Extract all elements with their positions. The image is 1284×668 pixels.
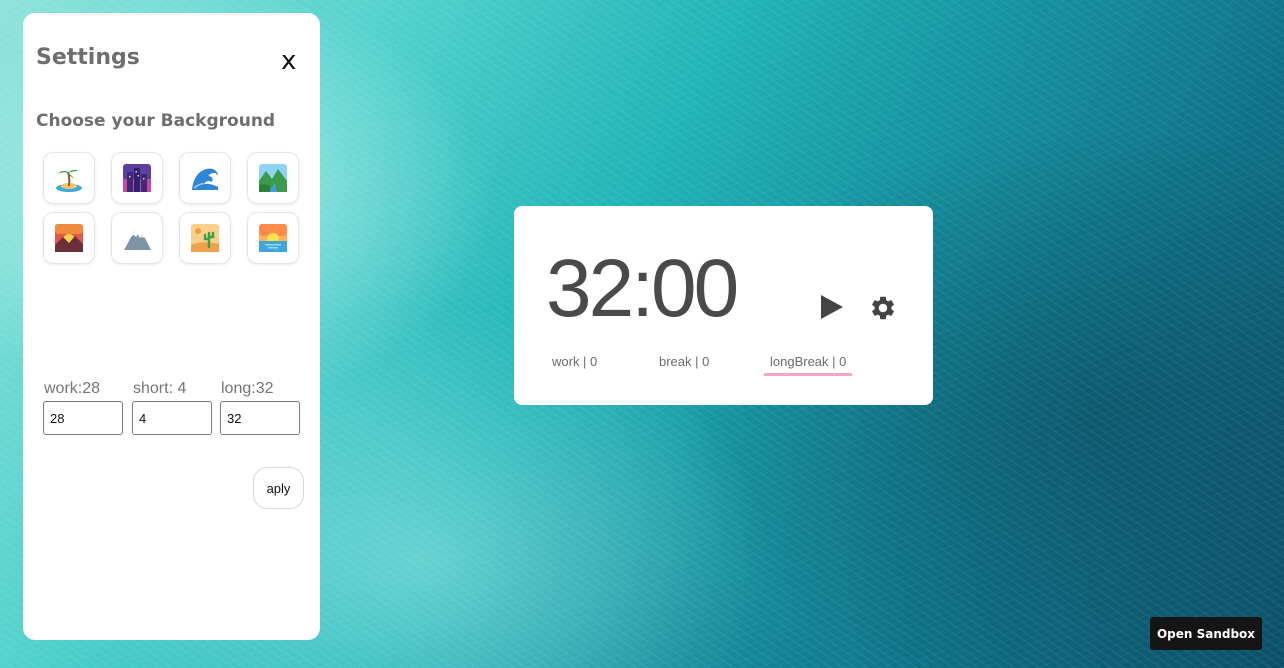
background-option-city[interactable] bbox=[111, 152, 163, 204]
mode-long-break[interactable]: longBreak | 0 bbox=[764, 354, 853, 376]
city-night-icon bbox=[123, 164, 151, 192]
water-wave-icon bbox=[192, 168, 218, 190]
desert-icon bbox=[191, 224, 219, 252]
mode-work[interactable]: work | 0 bbox=[552, 354, 597, 373]
long-break-label: long:32 bbox=[221, 380, 274, 397]
desert-island-icon bbox=[56, 169, 82, 192]
open-sandbox-button[interactable]: Open Sandbox bbox=[1150, 617, 1262, 650]
play-button[interactable] bbox=[816, 292, 846, 322]
sunrise-icon bbox=[259, 224, 287, 252]
timer-display: 32:00 bbox=[546, 243, 739, 334]
background-option-island[interactable] bbox=[43, 152, 95, 204]
work-duration-label: work:28 bbox=[44, 380, 101, 397]
background-option-sunrise[interactable] bbox=[247, 212, 299, 264]
background-option-mountain[interactable] bbox=[111, 212, 163, 264]
settings-button[interactable] bbox=[869, 294, 897, 322]
timer-card: 32:00 work | 0 break | 0 longBreak | 0 bbox=[514, 206, 933, 405]
close-settings-button[interactable]: x bbox=[281, 47, 296, 75]
background-option-desert[interactable] bbox=[179, 212, 231, 264]
background-option-mountain-sunrise[interactable] bbox=[43, 212, 95, 264]
national-park-icon bbox=[259, 164, 287, 192]
background-option-park[interactable] bbox=[247, 152, 299, 204]
gear-icon bbox=[872, 296, 894, 320]
settings-panel: Settings x Choose your Background work:2… bbox=[23, 13, 320, 640]
long-break-group: long:32 bbox=[220, 379, 300, 435]
work-duration-group: work:28 bbox=[43, 379, 123, 435]
background-option-wave[interactable] bbox=[179, 152, 231, 204]
short-break-input[interactable] bbox=[132, 401, 212, 435]
snow-capped-mountain-icon bbox=[124, 230, 151, 250]
apply-button[interactable]: aply bbox=[253, 467, 304, 509]
short-break-group: short: 4 bbox=[132, 379, 212, 435]
short-break-label: short: 4 bbox=[133, 380, 187, 397]
settings-title: Settings bbox=[36, 45, 140, 70]
work-duration-input[interactable] bbox=[43, 401, 123, 435]
play-icon bbox=[821, 295, 843, 319]
background-heading: Choose your Background bbox=[36, 111, 276, 131]
sunrise-over-mountains-icon bbox=[55, 224, 83, 252]
long-break-input[interactable] bbox=[220, 401, 300, 435]
mode-break[interactable]: break | 0 bbox=[659, 354, 709, 373]
background-options bbox=[43, 152, 299, 264]
